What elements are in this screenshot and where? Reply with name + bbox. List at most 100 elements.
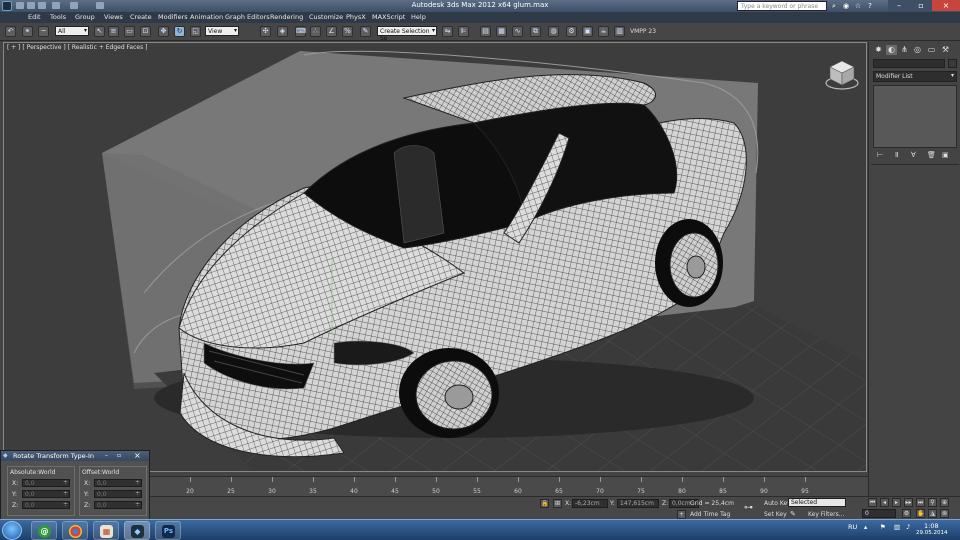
rendered-frame-window-icon[interactable]: ▣ xyxy=(582,26,593,37)
utilities-tab-icon[interactable]: ⚒ xyxy=(940,45,951,55)
graphite-ribbon-icon[interactable]: ▦ xyxy=(496,26,507,37)
key-icon[interactable]: ✎ xyxy=(790,510,796,518)
pin-stack-icon[interactable]: ⊢ xyxy=(877,151,883,159)
favorites-icon[interactable]: ☆ xyxy=(853,1,863,11)
select-move-icon[interactable]: ✥ xyxy=(158,26,169,37)
add-time-tag-icon[interactable]: + xyxy=(677,510,686,519)
tray-show-hidden-icon[interactable]: ▴ xyxy=(864,523,867,531)
modifier-stack[interactable] xyxy=(873,85,957,148)
window-crossing-icon[interactable]: ⊡ xyxy=(140,26,151,37)
key-filters-button[interactable]: Key Filters... xyxy=(808,511,845,518)
material-editor-icon[interactable]: ◍ xyxy=(548,26,559,37)
menu-views[interactable]: Views xyxy=(104,13,123,21)
render-iterative-icon[interactable]: ▥ xyxy=(614,26,625,37)
previous-frame-icon[interactable]: ◂ xyxy=(880,498,889,507)
selection-filter-dropdown[interactable]: All xyxy=(55,26,89,36)
go-to-end-icon[interactable]: ⏭ xyxy=(916,498,925,507)
menu-physx[interactable]: PhysX xyxy=(346,13,366,21)
pivot-center-icon[interactable]: ✣ xyxy=(260,26,271,37)
rectangular-selection-icon[interactable]: ▭ xyxy=(124,26,135,37)
menu-help[interactable]: Help xyxy=(411,13,426,21)
menu-rendering[interactable]: Rendering xyxy=(270,13,303,21)
close-button[interactable]: × xyxy=(932,0,960,11)
key-selection-dropdown[interactable]: Selected xyxy=(788,498,846,507)
zoom-all-icon[interactable]: ⊕ xyxy=(940,498,949,507)
keyboard-shortcut-override-icon[interactable]: ⌨ xyxy=(295,26,306,37)
pan-icon[interactable]: ✋ xyxy=(916,509,925,518)
abs-x-spinner[interactable]: 0,0 xyxy=(22,479,70,487)
menu-maxscript[interactable]: MAXScript xyxy=(372,13,405,21)
mirror-icon[interactable]: ⇋ xyxy=(442,26,453,37)
layer-manager-icon[interactable]: ▤ xyxy=(480,26,491,37)
time-configuration-icon[interactable]: ⚙ xyxy=(902,509,911,518)
display-tab-icon[interactable]: ▭ xyxy=(926,45,937,55)
menu-customize[interactable]: Customize xyxy=(309,13,343,21)
select-object-icon[interactable]: ↖ xyxy=(94,26,105,37)
modifier-list-dropdown[interactable]: Modifier List xyxy=(873,71,957,82)
viewcube-icon[interactable] xyxy=(825,57,859,91)
render-setup-icon[interactable]: ⚙ xyxy=(566,26,577,37)
selection-lock-icon[interactable]: 🔒 xyxy=(540,499,549,508)
bind-space-warp-icon[interactable]: ~ xyxy=(38,26,49,37)
x-coord-field[interactable]: -6,23cm xyxy=(572,499,608,508)
named-selection-dropdown[interactable]: Create Selection Se xyxy=(377,26,437,42)
perspective-viewport[interactable]: [ + ] [ Perspective ] [ Realistic + Edge… xyxy=(3,42,867,472)
percent-snap-icon[interactable]: % xyxy=(342,26,353,37)
snaps-toggle-icon[interactable]: ∴ xyxy=(310,26,321,37)
remove-modifier-icon[interactable]: 🗑 xyxy=(927,151,936,159)
select-and-link-icon[interactable]: ⚭ xyxy=(22,26,33,37)
next-frame-icon[interactable]: ▸▸ xyxy=(904,498,913,507)
clock-date[interactable]: 29.05.2014 xyxy=(916,530,948,536)
taskbar-app-mail[interactable]: @ xyxy=(31,521,57,540)
menu-modifiers[interactable]: Modifiers xyxy=(158,13,188,21)
menu-animation[interactable]: Animation xyxy=(190,13,223,21)
orbit-icon[interactable]: ⊗ xyxy=(940,509,949,518)
minimize-button[interactable]: – xyxy=(888,0,910,11)
hierarchy-tab-icon[interactable]: ⋔ xyxy=(899,45,910,55)
modify-tab-icon[interactable]: ◐ xyxy=(886,45,897,55)
communication-center-icon[interactable]: ◉ xyxy=(841,1,851,11)
play-icon[interactable]: ▸ xyxy=(892,498,901,507)
menu-edit[interactable]: Edit xyxy=(28,13,41,21)
object-name-field[interactable] xyxy=(873,59,945,68)
create-tab-icon[interactable]: ✸ xyxy=(873,45,884,55)
abs-z-spinner[interactable]: 0,0 xyxy=(22,501,70,509)
add-time-tag-button[interactable]: Add Time Tag xyxy=(690,511,730,518)
current-frame-field[interactable]: 0 xyxy=(862,509,896,518)
undo-icon[interactable]: ↶ xyxy=(5,26,16,37)
motion-tab-icon[interactable]: ◎ xyxy=(912,45,923,55)
search-input[interactable]: Type a keyword or phrase xyxy=(737,1,827,11)
go-to-start-icon[interactable]: ⏮ xyxy=(868,498,877,507)
menu-create[interactable]: Create xyxy=(130,13,152,21)
abs-y-spinner[interactable]: 0,0 xyxy=(22,490,70,498)
off-z-spinner[interactable]: 0,0 xyxy=(94,501,142,509)
curve-editor-icon[interactable]: ∿ xyxy=(512,26,523,37)
dialog-title-bar[interactable]: ◆ Rotate Transform Type-In – ▫ × xyxy=(1,451,149,461)
search-icon[interactable]: ⌕ xyxy=(829,1,839,11)
select-rotate-icon[interactable]: ↻ xyxy=(174,26,185,37)
tray-flag-icon[interactable]: ⚑ xyxy=(880,523,886,531)
dialog-close-button[interactable]: × xyxy=(134,451,141,460)
menu-tools[interactable]: Tools xyxy=(50,13,66,21)
schematic-view-icon[interactable]: ⧉ xyxy=(530,26,541,37)
clock-time[interactable]: 1:08 xyxy=(924,522,939,530)
edit-named-selection-icon[interactable]: ✎ xyxy=(360,26,371,37)
configure-modifier-sets-icon[interactable]: ▣ xyxy=(942,151,949,159)
start-button[interactable] xyxy=(2,521,22,540)
volume-icon[interactable]: ♪ xyxy=(906,523,910,531)
reference-coordinate-dropdown[interactable]: View xyxy=(205,26,239,36)
viewport-label[interactable]: [ + ] [ Perspective ] [ Realistic + Edge… xyxy=(7,44,147,51)
menu-graph-editors[interactable]: Graph Editors xyxy=(225,13,270,21)
zoom-icon[interactable]: ⚲ xyxy=(928,498,937,507)
vmpp-label[interactable]: VMPP 23 xyxy=(630,28,656,35)
taskbar-app-grid[interactable]: ▦ xyxy=(93,521,119,540)
align-icon[interactable]: ⊫ xyxy=(458,26,469,37)
y-coord-field[interactable]: 147,615cm xyxy=(617,499,659,508)
select-manipulate-icon[interactable]: ◈ xyxy=(277,26,288,37)
field-of-view-icon[interactable]: ◮ xyxy=(928,509,937,518)
taskbar-app-chrome[interactable] xyxy=(62,521,88,540)
taskbar-app-3dsmax[interactable]: ◆ xyxy=(124,521,150,540)
dialog-minimize-button[interactable]: – xyxy=(105,452,108,459)
taskbar-app-photoshop[interactable]: Ps xyxy=(155,521,181,540)
render-production-icon[interactable]: ☕ xyxy=(598,26,609,37)
